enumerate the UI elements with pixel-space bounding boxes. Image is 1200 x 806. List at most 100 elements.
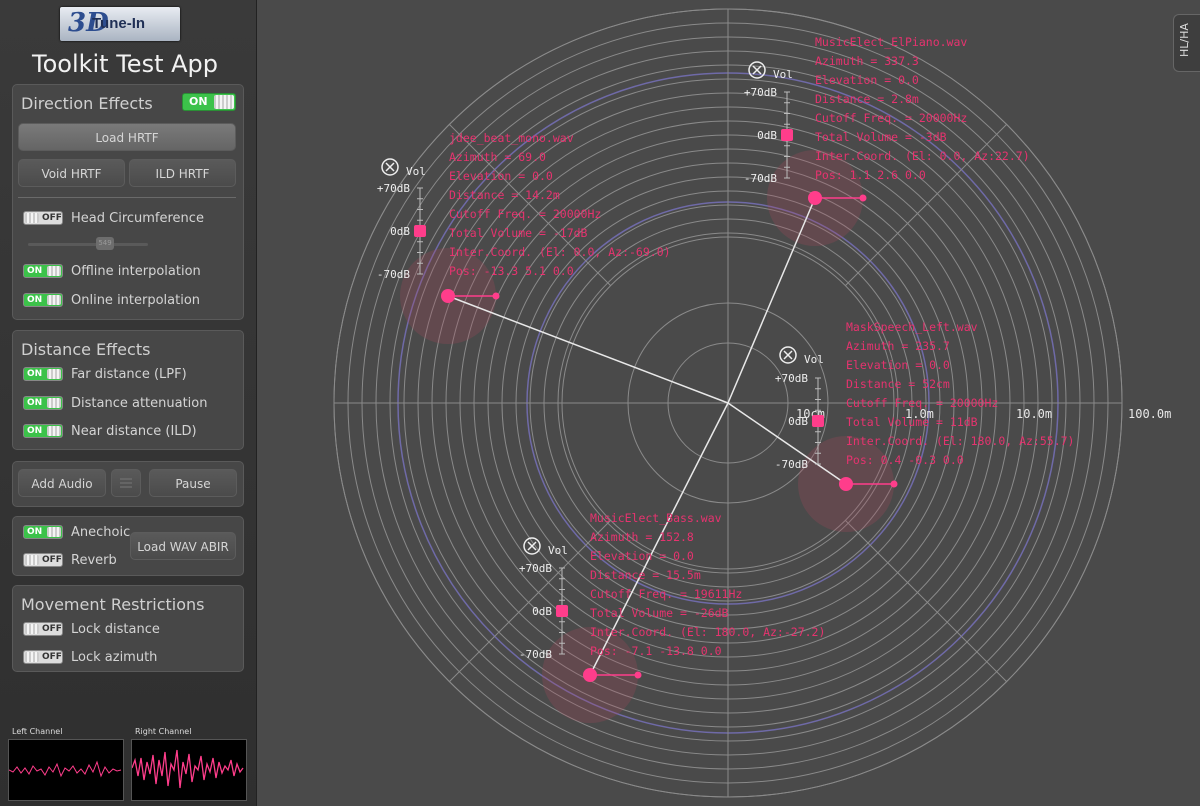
source-orientation-handle[interactable] bbox=[859, 194, 867, 202]
toggle-knob bbox=[47, 426, 61, 436]
toggle-label: OFF bbox=[42, 624, 62, 634]
toggle-knob bbox=[25, 624, 39, 634]
source-info-line: MaskSpeech_Left.wav bbox=[846, 320, 978, 334]
volume-slider-thumb[interactable] bbox=[812, 415, 824, 427]
source-info-line: Elevation = 0.0 bbox=[815, 73, 919, 87]
near-distance-toggle[interactable]: ON bbox=[23, 424, 63, 438]
source-info-line: Inter.Coord. (El: 0.0, Az:22.7) bbox=[815, 149, 1030, 163]
head-circumference-slider[interactable] bbox=[28, 243, 148, 246]
source-marker[interactable] bbox=[808, 191, 822, 205]
source-orientation-handle[interactable] bbox=[890, 480, 898, 488]
toggle-label: ON bbox=[27, 426, 43, 436]
source-info-line: Inter.Coord. (El: 180.0, Az:-27.2) bbox=[590, 625, 825, 639]
ild-hrtf-button[interactable]: ILD HRTF bbox=[129, 159, 236, 187]
anechoic-label: Anechoic bbox=[71, 525, 131, 540]
offline-interpolation-toggle[interactable]: ON bbox=[23, 264, 63, 278]
source-info-line: Cutoff Freq. = 20000Hz bbox=[449, 207, 601, 221]
lock-azimuth-label: Lock azimuth bbox=[71, 650, 158, 665]
hl-ha-tab[interactable]: HL/HA bbox=[1173, 14, 1200, 72]
volume-slider-thumb[interactable] bbox=[414, 225, 426, 237]
source-marker[interactable] bbox=[583, 668, 597, 682]
offline-interpolation-label: Offline interpolation bbox=[71, 264, 201, 279]
scale-label: 100.0m bbox=[1128, 407, 1171, 421]
source-info-line: Cutoff Freq. = 20000Hz bbox=[846, 396, 998, 410]
source-info-line: Elevation = 0.0 bbox=[449, 169, 553, 183]
sound-source[interactable]: jdee_beat_mono.wav Azimuth = 69.0 Elevatio… bbox=[377, 131, 729, 404]
source-info-line: MusicElect_ElPiano.wav bbox=[815, 35, 967, 49]
source-marker[interactable] bbox=[839, 477, 853, 491]
close-icon-cross bbox=[783, 350, 793, 360]
anechoic-toggle[interactable]: ON bbox=[23, 525, 63, 539]
source-info-line: Pos: 0.4 -0.3 0.0 bbox=[846, 453, 964, 467]
left-channel-waveform bbox=[8, 739, 124, 801]
load-hrtf-button[interactable]: Load HRTF bbox=[18, 123, 236, 151]
source-orientation-handle[interactable] bbox=[492, 292, 500, 300]
toggle-label: ON bbox=[27, 266, 43, 276]
movement-restrictions-panel: Movement Restrictions OFF Lock distance … bbox=[12, 585, 244, 672]
load-wav-abir-button[interactable]: Load WAV ABIR bbox=[130, 532, 236, 560]
close-icon-cross bbox=[385, 162, 395, 172]
volume-min-label: -70dB bbox=[744, 172, 777, 185]
radar-grid: 10cm 1.0m 10.0m 100.0m bbox=[333, 8, 1171, 798]
source-info-line: Total Volume = -26dB bbox=[590, 606, 729, 620]
head-circumference-toggle[interactable]: OFF bbox=[23, 211, 63, 225]
environment-panel: ON Anechoic OFF Reverb Load WAV ABIR bbox=[12, 516, 244, 576]
source-info-line: Distance = 52cm bbox=[846, 377, 950, 391]
lock-distance-toggle[interactable]: OFF bbox=[23, 622, 63, 636]
toggle-knob bbox=[47, 266, 61, 276]
scale-label: 10.0m bbox=[1016, 407, 1052, 421]
volume-min-label: -70dB bbox=[775, 458, 808, 471]
volume-mid-label: 0dB bbox=[757, 129, 777, 142]
add-audio-button[interactable]: Add Audio bbox=[18, 469, 106, 497]
source-info-line: Inter.Coord. (El: 0.0, Az:-69.0) bbox=[449, 245, 671, 259]
volume-slider-thumb[interactable] bbox=[781, 129, 793, 141]
source-info-line: Elevation = 0.0 bbox=[590, 549, 694, 563]
distance-attenuation-toggle[interactable]: ON bbox=[23, 396, 63, 410]
volume-slider-thumb[interactable] bbox=[556, 605, 568, 617]
reverb-toggle[interactable]: OFF bbox=[23, 553, 63, 567]
source-orientation-handle[interactable] bbox=[634, 671, 642, 679]
toggle-knob bbox=[214, 95, 234, 109]
slider-handle[interactable]: 549 bbox=[96, 237, 114, 250]
distance-effects-panel: Distance Effects ON Far distance (LPF) O… bbox=[12, 330, 244, 450]
source-info-line: Distance = 15.5m bbox=[590, 568, 701, 582]
source-info-line: Distance = 14.2m bbox=[449, 188, 560, 202]
pause-button[interactable]: Pause bbox=[149, 469, 237, 497]
toggle-label: OFF bbox=[42, 555, 62, 565]
source-info-line: Cutoff Freq. = 19611Hz bbox=[590, 587, 742, 601]
direction-effects-panel: Direction Effects ON Load HRTF Void HRTF… bbox=[12, 84, 244, 320]
source-info-line: jdee_beat_mono.wav bbox=[449, 131, 574, 145]
toggle-knob bbox=[47, 527, 61, 537]
movement-restrictions-title: Movement Restrictions bbox=[21, 595, 205, 614]
source-info-line: Azimuth = 337.3 bbox=[815, 54, 919, 68]
source-info-line: Pos: -13.3 5.1 0.0 bbox=[449, 264, 574, 278]
toggle-label: OFF bbox=[42, 213, 62, 223]
toggle-knob bbox=[47, 398, 61, 408]
volume-min-label: -70dB bbox=[377, 268, 410, 281]
source-info-line: Total Volume = -3dB bbox=[815, 130, 947, 144]
sidebar: 3D Tune-In Toolkit Test App Direction Ef… bbox=[0, 0, 257, 806]
list-icon bbox=[120, 478, 132, 488]
online-interpolation-label: Online interpolation bbox=[71, 293, 201, 308]
menu-button[interactable] bbox=[111, 469, 141, 497]
close-icon-cross bbox=[752, 65, 762, 75]
toggle-label: ON bbox=[189, 95, 208, 108]
direction-effects-toggle[interactable]: ON bbox=[182, 93, 236, 111]
toggle-knob bbox=[25, 652, 39, 662]
app-title: Toolkit Test App bbox=[32, 50, 218, 78]
online-interpolation-toggle[interactable]: ON bbox=[23, 293, 63, 307]
volume-max-label: +70dB bbox=[377, 182, 410, 195]
void-hrtf-button[interactable]: Void HRTF bbox=[18, 159, 125, 187]
right-channel-waveform bbox=[131, 739, 247, 801]
volume-max-label: +70dB bbox=[519, 562, 552, 575]
source-marker[interactable] bbox=[441, 289, 455, 303]
audio-controls-panel: Add Audio Pause bbox=[12, 461, 244, 507]
source-info-line: Azimuth = 235.7 bbox=[846, 339, 950, 353]
lock-azimuth-toggle[interactable]: OFF bbox=[23, 650, 63, 664]
radial-line bbox=[845, 520, 1007, 682]
far-distance-toggle[interactable]: ON bbox=[23, 367, 63, 381]
volume-label: Vol bbox=[406, 165, 426, 178]
radar-view[interactable]: 10cm 1.0m 10.0m 100.0mMusicElect_ElPiano.wa… bbox=[256, 0, 1200, 806]
toggle-knob bbox=[47, 295, 61, 305]
source-info-line: Total Volume = 11dB bbox=[846, 415, 978, 429]
